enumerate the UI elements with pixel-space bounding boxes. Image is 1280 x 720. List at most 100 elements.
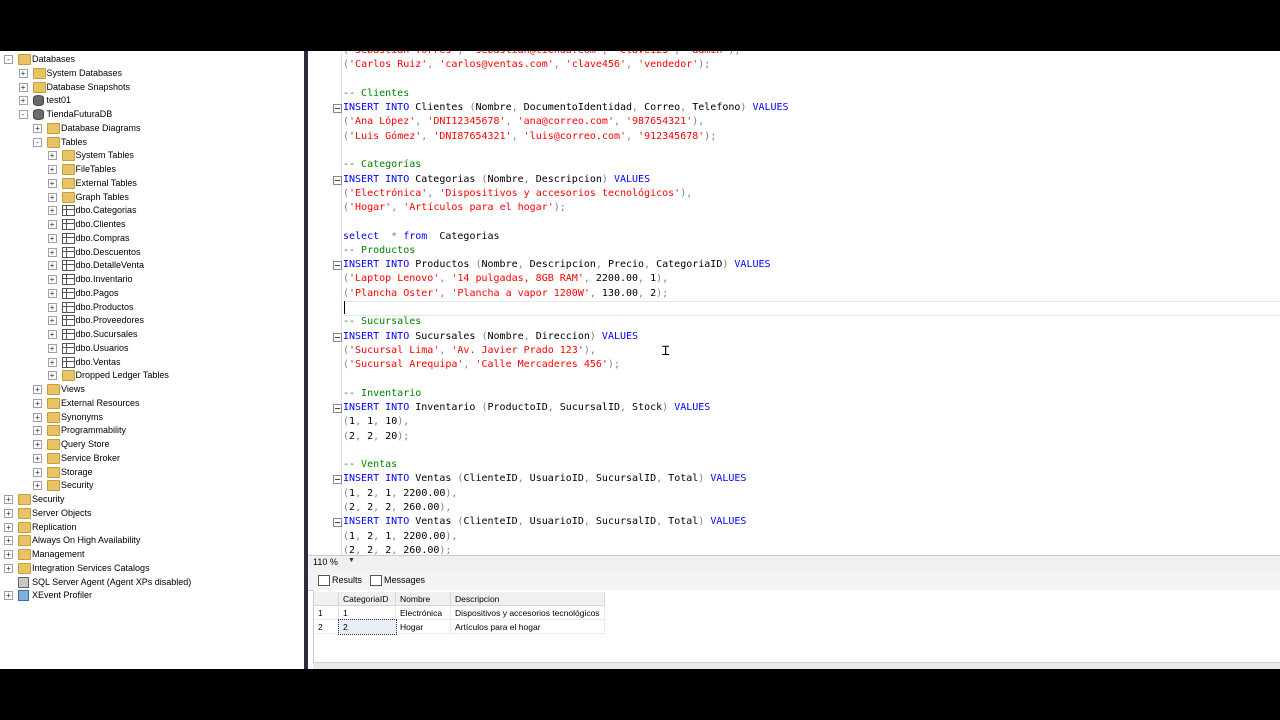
expand-icon[interactable]: + bbox=[33, 426, 42, 436]
tree-item[interactable]: + Synonyms bbox=[0, 410, 304, 424]
tree-item[interactable]: + test01 bbox=[0, 93, 304, 107]
tree-item[interactable]: + dbo.Categorias bbox=[0, 203, 304, 217]
code-line[interactable]: ('Hogar', 'Artículos para el hogar'); bbox=[343, 201, 566, 215]
expand-icon[interactable]: + bbox=[47, 371, 57, 381]
tree-item[interactable]: + Management bbox=[0, 547, 304, 561]
expand-icon[interactable]: + bbox=[33, 481, 42, 491]
expand-icon[interactable]: + bbox=[47, 330, 57, 339]
chevron-down-icon[interactable]: ▼ bbox=[348, 557, 355, 564]
code-line[interactable]: ('Sucursal Arequipa', 'Calle Mercaderes … bbox=[343, 358, 620, 372]
code-line[interactable]: INSERT INTO Clientes (Nombre, DocumentoI… bbox=[343, 101, 789, 115]
tree-item[interactable]: + Integration Services Catalogs bbox=[0, 561, 304, 575]
zoom-level[interactable]: 110 % bbox=[313, 557, 338, 567]
collapse-icon[interactable]: - bbox=[33, 137, 42, 147]
fold-toggle-icon[interactable] bbox=[333, 261, 342, 271]
expand-icon[interactable]: + bbox=[47, 288, 57, 298]
expand-icon[interactable]: + bbox=[4, 591, 13, 601]
expand-icon[interactable]: + bbox=[33, 453, 42, 463]
tree-item[interactable]: + System Tables bbox=[0, 148, 304, 162]
tree-item[interactable]: + External Tables bbox=[0, 176, 304, 190]
tree-item[interactable]: + Programmability bbox=[0, 423, 304, 437]
code-line[interactable]: ('Electrónica', 'Dispositivos y accesori… bbox=[343, 187, 692, 201]
code-line[interactable]: ('Carlos Ruiz', 'carlos@ventas.com', 'cl… bbox=[343, 58, 710, 72]
tree-item[interactable]: + dbo.Compras bbox=[0, 231, 304, 245]
code-line[interactable]: INSERT INTO Sucursales (Nombre, Direccio… bbox=[343, 330, 638, 344]
tree-item[interactable]: + dbo.Proveedores bbox=[0, 313, 304, 327]
tree-item[interactable]: + Graph Tables bbox=[0, 190, 304, 204]
expand-icon[interactable]: + bbox=[4, 550, 13, 559]
grid-cell[interactable]: Electrónica bbox=[395, 605, 451, 620]
tree-item[interactable]: + FileTables bbox=[0, 162, 304, 176]
tree-item[interactable]: + External Resources bbox=[0, 396, 304, 410]
expand-icon[interactable]: + bbox=[47, 151, 57, 161]
expand-icon[interactable]: + bbox=[33, 467, 42, 477]
table-row[interactable]: 1 1 Electrónica Dispositivos y accesorio… bbox=[314, 605, 605, 620]
code-line[interactable]: ('Plancha Oster', 'Plancha a vapor 1200W… bbox=[343, 287, 668, 301]
expand-icon[interactable]: + bbox=[33, 398, 42, 408]
tree-item[interactable]: + dbo.Clientes bbox=[0, 217, 304, 231]
grid-corner[interactable] bbox=[314, 592, 339, 606]
expand-icon[interactable]: + bbox=[18, 96, 28, 106]
expand-icon[interactable]: + bbox=[18, 82, 28, 92]
code-line[interactable]: (1, 2, 1, 2200.00), bbox=[343, 530, 457, 544]
fold-toggle-icon[interactable] bbox=[333, 175, 342, 185]
tree-item[interactable]: - Tables bbox=[0, 135, 304, 149]
code-line[interactable]: INSERT INTO Productos (Nombre, Descripci… bbox=[343, 258, 771, 272]
code-line[interactable]: ('Luis Gómez', 'DNI87654321', 'luis@corr… bbox=[343, 130, 716, 144]
column-header[interactable]: CategoriaID bbox=[338, 592, 396, 606]
tree-item[interactable]: + dbo.Pagos bbox=[0, 286, 304, 300]
expand-icon[interactable]: + bbox=[4, 522, 13, 532]
code-line[interactable]: INSERT INTO Inventario (ProductoID, Sucu… bbox=[343, 401, 710, 415]
tab-messages[interactable]: Messages bbox=[368, 573, 425, 587]
code-line[interactable]: -- Productos bbox=[343, 244, 415, 258]
grid-cell[interactable]: Hogar bbox=[395, 619, 451, 634]
tree-item[interactable]: + Server Objects bbox=[0, 506, 304, 520]
tree-item[interactable]: SQL Server Agent (Agent XPs disabled) bbox=[0, 575, 304, 589]
tree-item[interactable]: + Dropped Ledger Tables bbox=[0, 368, 304, 382]
fold-toggle-icon[interactable] bbox=[333, 518, 342, 528]
expand-icon[interactable]: + bbox=[4, 495, 13, 504]
code-line[interactable]: select * from Categorias bbox=[343, 230, 500, 244]
code-line[interactable]: ('Ana López', 'DNI12345678', 'ana@correo… bbox=[343, 115, 704, 129]
tree-item[interactable]: + Storage bbox=[0, 465, 304, 479]
collapse-icon[interactable]: - bbox=[18, 110, 28, 119]
code-line[interactable]: -- Categorías bbox=[343, 158, 421, 172]
expand-icon[interactable]: + bbox=[47, 206, 57, 216]
code-line[interactable]: ('Sucursal Lima', 'Av. Javier Prado 123'… bbox=[343, 344, 596, 358]
code-line[interactable]: -- Sucursales bbox=[343, 315, 421, 329]
fold-toggle-icon[interactable] bbox=[333, 332, 342, 342]
expand-icon[interactable]: + bbox=[47, 233, 57, 243]
code-line[interactable]: -- Ventas bbox=[343, 458, 397, 472]
expand-icon[interactable]: + bbox=[4, 508, 13, 518]
tree-item[interactable]: + dbo.Sucursales bbox=[0, 327, 304, 341]
code-line[interactable]: ('Sebastián Torres', 'sebastian@tienda.c… bbox=[343, 51, 740, 58]
grid-cell[interactable]: Artículos para el hogar bbox=[450, 619, 605, 634]
tree-item[interactable]: + Database Snapshots bbox=[0, 80, 304, 94]
code-line[interactable]: -- Clientes bbox=[343, 87, 409, 101]
expand-icon[interactable]: + bbox=[33, 385, 42, 394]
fold-toggle-icon[interactable] bbox=[333, 475, 342, 485]
grid-cell[interactable]: 1 bbox=[338, 605, 396, 620]
tree-item[interactable]: + Security bbox=[0, 478, 304, 492]
expand-icon[interactable]: + bbox=[4, 563, 13, 573]
tree-item[interactable]: - Databases bbox=[0, 52, 304, 66]
code-line[interactable]: ('Laptop Lenovo', '14 pulgadas, 8GB RAM'… bbox=[343, 272, 668, 286]
results-scrollbar[interactable] bbox=[313, 662, 1280, 669]
column-header[interactable]: Descripcion bbox=[450, 592, 605, 606]
code-line[interactable]: (2, 2, 2, 260.00); bbox=[343, 544, 451, 555]
code-line[interactable]: INSERT INTO Ventas (ClienteID, UsuarioID… bbox=[343, 472, 746, 486]
code-line[interactable]: INSERT INTO Categorias (Nombre, Descripc… bbox=[343, 173, 650, 187]
tree-item[interactable]: + dbo.Usuarios bbox=[0, 341, 304, 355]
collapse-icon[interactable]: - bbox=[4, 55, 13, 64]
tree-item[interactable]: + Service Broker bbox=[0, 451, 304, 465]
expand-icon[interactable]: + bbox=[33, 412, 42, 422]
tree-item[interactable]: + Views bbox=[0, 382, 304, 396]
row-number[interactable]: 2 bbox=[314, 619, 339, 634]
code-line[interactable]: (1, 1, 10), bbox=[343, 415, 409, 429]
expand-icon[interactable]: + bbox=[47, 178, 57, 188]
tree-item[interactable]: + XEvent Profiler bbox=[0, 588, 304, 602]
tree-item[interactable]: + System Databases bbox=[0, 66, 304, 80]
expand-icon[interactable]: + bbox=[47, 192, 57, 202]
expand-icon[interactable]: + bbox=[33, 440, 42, 449]
expand-icon[interactable]: + bbox=[4, 536, 13, 546]
